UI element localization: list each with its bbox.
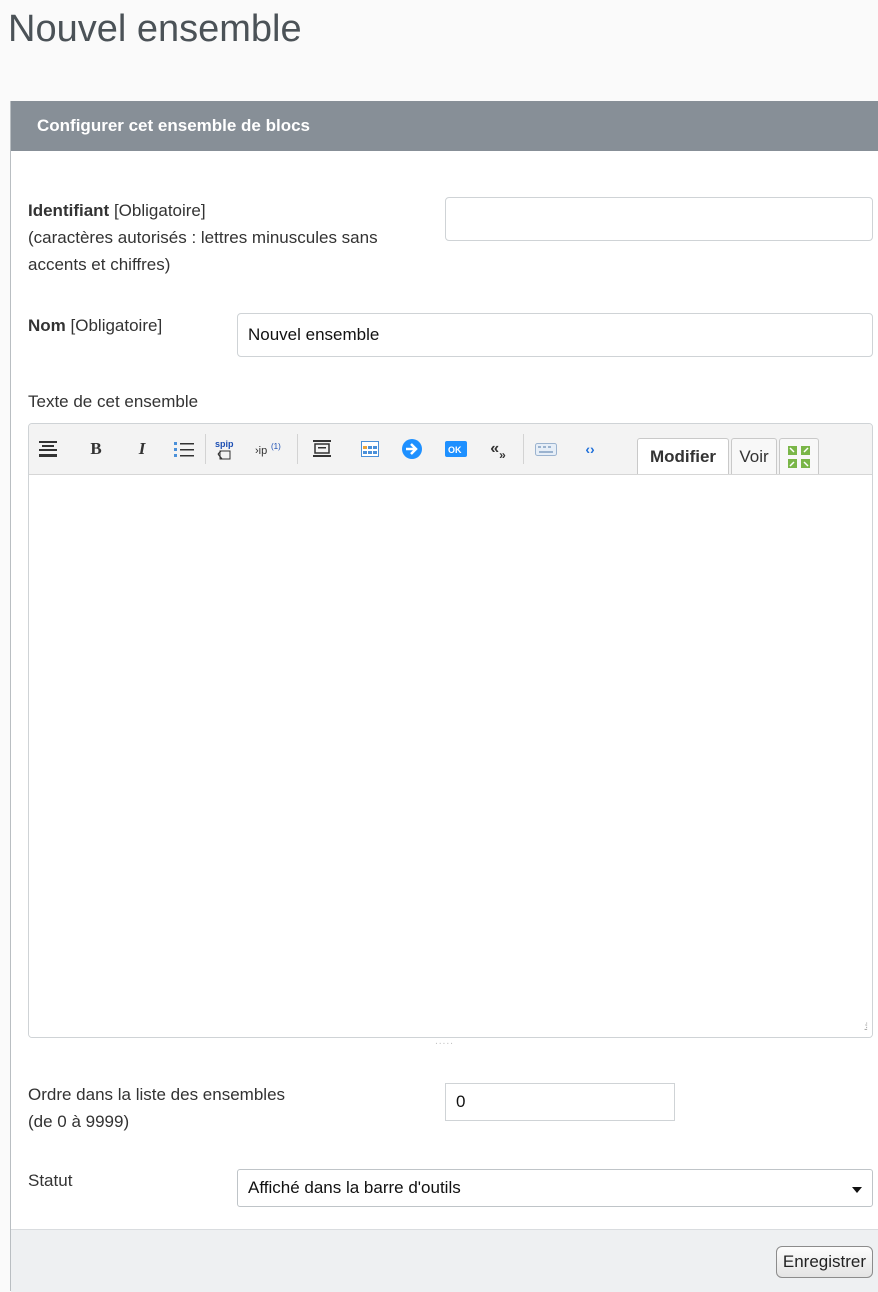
toolbar-separator	[205, 434, 206, 464]
ordre-label-group: Ordre dans la liste des ensembles (de 0 …	[28, 1081, 388, 1135]
tab-voir[interactable]: Voir	[731, 438, 777, 474]
ordre-label: Ordre dans la liste des ensembles	[28, 1085, 286, 1104]
identifiant-hint: (caractères autorisés : lettres minuscul…	[28, 228, 378, 274]
config-panel: Configurer cet ensemble de blocs Identif…	[10, 101, 878, 1292]
heading-icon[interactable]	[37, 438, 59, 460]
italic-icon[interactable]: I	[131, 438, 153, 460]
nom-input[interactable]: Nouvel ensemble	[237, 313, 873, 357]
statut-selected: Affiché dans la barre d'outils	[248, 1178, 461, 1197]
toolbar-separator	[297, 434, 298, 464]
list-icon[interactable]	[173, 438, 195, 460]
ok-icon[interactable]: OK	[445, 438, 467, 460]
insert-block-icon[interactable]	[311, 438, 333, 460]
chevron-down-icon	[852, 1187, 862, 1193]
panel-header: Configurer cet ensemble de blocs	[11, 101, 878, 151]
ordre-input[interactable]: 0	[445, 1083, 675, 1121]
texte-label: Texte de cet ensemble	[28, 392, 199, 411]
table-icon[interactable]	[359, 438, 381, 460]
nom-label: Nom	[28, 316, 66, 335]
nom-required: [Obligatoire]	[70, 316, 163, 335]
identifiant-label-group: Identifiant [Obligatoire] (caractères au…	[28, 197, 428, 278]
spip-link-icon[interactable]: spip	[215, 438, 237, 460]
bold-icon[interactable]: B	[85, 438, 107, 460]
arrow-icon[interactable]	[401, 438, 423, 460]
identifiant-label: Identifiant	[28, 201, 110, 220]
statut-select[interactable]: Affiché dans la barre d'outils	[237, 1169, 873, 1207]
code-icon[interactable]: ‹›	[579, 438, 601, 460]
svg-text:›ip: ›ip	[255, 445, 267, 457]
footnote-icon[interactable]: ›ip (1)	[255, 438, 285, 460]
text-editor: B I spip ›ip (1) OK « » ‹› Modifier Voir…	[28, 423, 873, 1038]
identifiant-input[interactable]	[445, 197, 873, 241]
editor-textarea[interactable]	[29, 475, 872, 1037]
ordre-hint: (de 0 à 9999)	[28, 1112, 130, 1131]
editor-toolbar: B I spip ›ip (1) OK « » ‹› Modifier Voir	[29, 424, 872, 475]
editor-drag-handle[interactable]: ∙∙∙∙∙	[435, 1038, 454, 1049]
form-footer: Enregistrer	[11, 1229, 878, 1292]
keyboard-icon[interactable]	[535, 438, 557, 460]
svg-text:spip: spip	[215, 439, 234, 449]
svg-text:OK: OK	[448, 445, 462, 455]
save-button[interactable]: Enregistrer	[775, 1246, 873, 1278]
resize-grip-icon[interactable]: .:⁞	[864, 1022, 869, 1033]
nom-label-group: Nom [Obligatoire]	[28, 312, 162, 339]
identifiant-required: [Obligatoire]	[113, 201, 206, 220]
svg-text:(1): (1)	[271, 442, 281, 451]
tab-modifier[interactable]: Modifier	[637, 438, 729, 474]
page-title: Nouvel ensemble	[8, 8, 302, 50]
quote-icon[interactable]: «»	[487, 438, 509, 462]
statut-label: Statut	[28, 1171, 73, 1190]
fullscreen-icon[interactable]	[779, 438, 819, 474]
toolbar-separator	[523, 434, 524, 464]
